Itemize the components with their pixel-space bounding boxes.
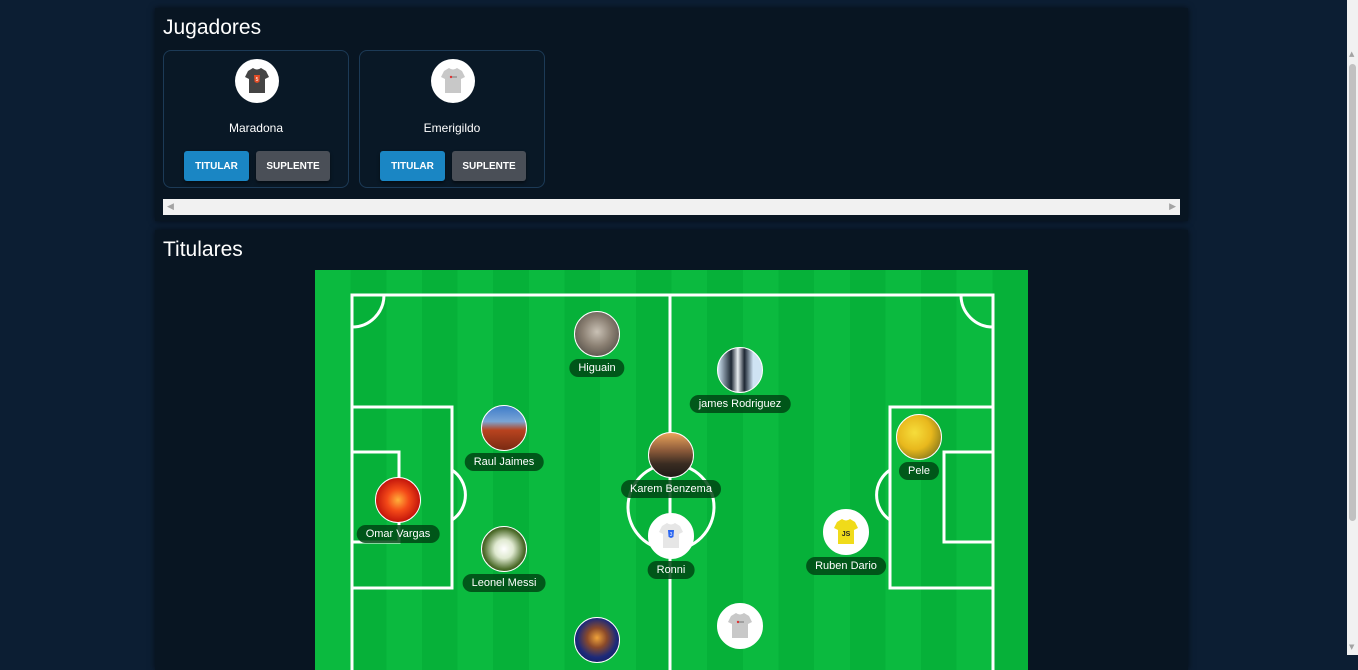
jugadores-title: Jugadores [163, 16, 262, 39]
player-label: Omar Vargas [356, 525, 440, 543]
titular-player[interactable]: Leonel Messi [434, 526, 574, 600]
titular-player[interactable]: james Rodriguez [670, 347, 810, 421]
chrysanthemum-photo-icon [375, 477, 421, 523]
titular-button[interactable]: TITULAR [380, 151, 445, 181]
player-label: Ronni [647, 561, 695, 579]
player-card-emerigildo: Emerigildo TITULAR SUPLENTE [359, 50, 545, 188]
desert-photo-icon [481, 405, 527, 451]
scrollbar-thumb[interactable] [1349, 64, 1356, 521]
titular-player[interactable]: Karem Benzema [601, 432, 741, 506]
svg-text:3: 3 [670, 532, 673, 538]
suplente-button[interactable]: SUPLENTE [452, 151, 526, 181]
lighthouse-photo-icon [648, 432, 694, 478]
player-label: Raul Jaimes [464, 453, 544, 471]
scroll-right-icon[interactable]: ▶ [1169, 202, 1176, 212]
player-label: Ruben Dario [806, 557, 886, 575]
svg-text:5: 5 [256, 77, 259, 83]
partial-player[interactable] [527, 617, 667, 670]
hydrangea-photo-icon [481, 526, 527, 572]
scroll-up-icon[interactable]: ▲ [1349, 50, 1354, 58]
player-label: Higuain [569, 359, 625, 377]
suplente-button[interactable]: SUPLENTE [256, 151, 330, 181]
soccer-field: Higuain james Rodriguez Raul Jaimes Kare… [315, 270, 1028, 670]
jellyfish-photo-icon [574, 617, 620, 663]
titular-player[interactable]: 3 Ronni [601, 513, 741, 587]
partial-player[interactable] [670, 603, 810, 670]
grey-tshirt-icon [717, 603, 763, 649]
titular-player[interactable]: JS Ruben Dario [776, 509, 916, 583]
tulips-photo-icon [896, 414, 942, 460]
player-name: Emerigildo [423, 121, 481, 135]
js-tshirt-icon: JS [823, 509, 869, 555]
vertical-scrollbar[interactable]: ▲ ▼ [1347, 0, 1358, 655]
titulares-panel: Titulares Higuain james Rodriguez Raul J… [155, 230, 1188, 670]
html5-tshirt-icon: 5 [235, 59, 279, 103]
horizontal-scrollbar[interactable]: ◀ ▶ [163, 199, 1180, 215]
scroll-left-icon[interactable]: ◀ [167, 202, 174, 212]
player-label: Pele [898, 462, 940, 480]
svg-text:JS: JS [842, 531, 851, 538]
titular-button[interactable]: TITULAR [184, 151, 249, 181]
titular-player[interactable]: Raul Jaimes [434, 405, 574, 479]
jugadores-panel: Jugadores 5 Maradona TITULAR SUPLENTE Em… [155, 8, 1188, 221]
titular-player[interactable]: Pele [849, 414, 989, 488]
player-label: Leonel Messi [462, 574, 546, 592]
penguins-photo-icon [717, 347, 763, 393]
player-label: james Rodriguez [689, 395, 791, 413]
player-name: Maradona [228, 121, 284, 135]
scroll-down-icon[interactable]: ▼ [1349, 643, 1354, 651]
player-label: Karem Benzema [621, 480, 721, 498]
css3-tshirt-icon: 3 [648, 513, 694, 559]
koala-photo-icon [574, 311, 620, 357]
titular-player[interactable]: Higuain [527, 311, 667, 385]
player-card-maradona: 5 Maradona TITULAR SUPLENTE [163, 50, 349, 188]
grey-tshirt-icon [431, 59, 475, 103]
titulares-title: Titulares [163, 238, 243, 261]
